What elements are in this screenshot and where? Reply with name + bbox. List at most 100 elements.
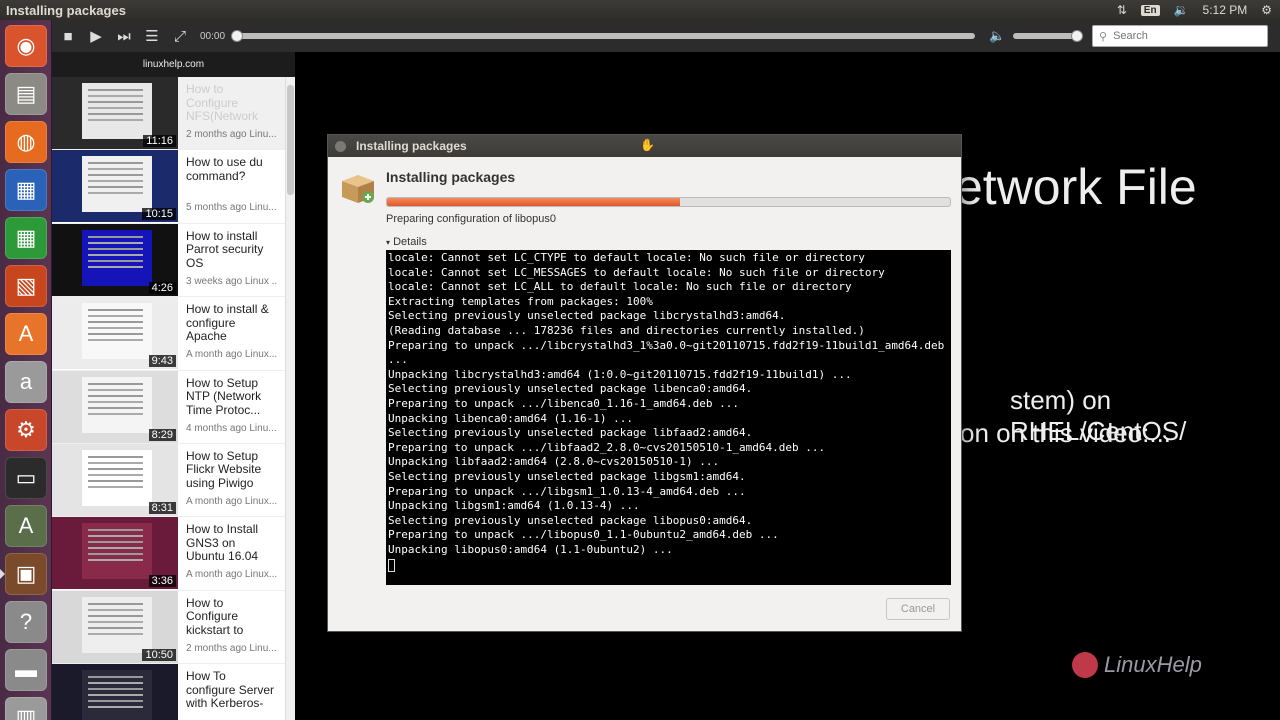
- terminal-output[interactable]: locale: Cannot set LC_CTYPE to default l…: [386, 250, 951, 585]
- video-list-item[interactable]: 3:36 How to Install GNS3 on Ubuntu 16.04 A…: [52, 517, 295, 591]
- video-title[interactable]: How to Install GNS3 on Ubuntu 16.04: [186, 523, 277, 565]
- updater-icon[interactable]: A: [5, 505, 47, 547]
- playlist-icon[interactable]: ☰: [138, 22, 166, 50]
- volume-icon[interactable]: 🔈: [989, 28, 1005, 44]
- terminal-line: Preparing to unpack .../libopus0_1.1-0ub…: [388, 528, 779, 542]
- video-meta: 2 months ago Linu...: [186, 642, 277, 654]
- scrollbar[interactable]: [285, 77, 295, 720]
- video-duration: 4:26: [148, 281, 176, 294]
- cancel-button[interactable]: Cancel: [886, 598, 950, 620]
- video-list-item[interactable]: 8:31 How to Setup Flickr Website using Pi…: [52, 443, 295, 518]
- thumbnail-image: [82, 523, 152, 580]
- stop-icon[interactable]: ■: [54, 22, 82, 50]
- video-meta: 2 months ago Linu...: [186, 129, 277, 140]
- settings-icon[interactable]: ⚙: [5, 409, 47, 451]
- video-title[interactable]: How to Setup Flickr Website using Piwigo: [186, 450, 277, 492]
- video-player-icon[interactable]: ▣: [0, 553, 47, 595]
- seek-knob[interactable]: [231, 30, 244, 42]
- firefox-icon[interactable]: ◍: [5, 121, 47, 163]
- video-duration: 10:15: [142, 208, 176, 221]
- search-input[interactable]: [1113, 30, 1254, 42]
- fullscreen-icon[interactable]: ⤢: [166, 22, 194, 50]
- impress-icon[interactable]: ▧: [5, 265, 47, 307]
- dialog-title: Installing packages: [356, 139, 467, 153]
- ubuntu-dash-icon[interactable]: ◉: [5, 25, 47, 67]
- video-thumbnail[interactable]: 10:15: [52, 150, 178, 223]
- video-thumbnail[interactable]: 4:26: [52, 223, 178, 296]
- thumbnail-image: [82, 449, 152, 506]
- video-meta: A month ago Linux...: [186, 569, 277, 581]
- video-text-line1: etwork File: [955, 159, 1197, 215]
- terminal-line: locale: Cannot set LC_CTYPE to default l…: [388, 251, 865, 264]
- video-thumbnail[interactable]: 3:36: [52, 517, 178, 590]
- scroll-thumb[interactable]: [287, 85, 294, 195]
- install-progress-bar: [386, 197, 951, 207]
- amazon-icon[interactable]: a: [5, 361, 47, 403]
- video-thumbnail[interactable]: [52, 664, 178, 720]
- volume-icon[interactable]: 🔉: [1174, 3, 1189, 17]
- video-list-item[interactable]: How To configure Server with Kerberos-ba…: [52, 664, 295, 720]
- hand-cursor-icon: ✋: [640, 138, 655, 152]
- terminal-line: Unpacking libfaad2:amd64 (2.8.0~cvs20150…: [388, 455, 720, 469]
- player-controls: ■ ▶ ⏭ ☰ ⤢ 00:00 🔈 ⚲: [52, 20, 1280, 52]
- seek-slider[interactable]: [231, 30, 976, 42]
- video-thumbnail[interactable]: 8:31: [52, 443, 178, 516]
- help-icon[interactable]: ?: [5, 601, 47, 643]
- clock[interactable]: 5:12 PM: [1203, 3, 1248, 17]
- trash-icon[interactable]: ▥: [5, 697, 47, 720]
- channel-name[interactable]: linuxhelp.com: [52, 52, 295, 77]
- video-list-item[interactable]: 4:26 How to install Parrot security OS 3 w…: [52, 223, 295, 298]
- session-gear-icon[interactable]: ⚙: [1261, 3, 1272, 17]
- video-list-item[interactable]: 10:15 How to use du command? 5 months ago …: [52, 150, 295, 224]
- search-box[interactable]: ⚲: [1092, 25, 1268, 47]
- video-info: How to install Parrot security OS 3 weeks…: [178, 224, 285, 296]
- terminal-line: Extracting templates from packages: 100%: [388, 294, 653, 308]
- video-info: How to use du command? 5 months ago Linu.…: [178, 150, 285, 222]
- video-list: 11:16 How to Configure NFS(Network File S…: [52, 77, 295, 720]
- video-info: How to Install GNS3 on Ubuntu 16.04 A mon…: [178, 517, 285, 589]
- video-title[interactable]: How to Configure kickstart to automate R…: [186, 597, 277, 639]
- terminal-line: Selecting previously unselected package …: [388, 469, 746, 483]
- install-progress-fill: [387, 198, 680, 206]
- video-title[interactable]: How to use du command?: [186, 156, 277, 198]
- video-info: How to install & configure Apache Subver…: [178, 297, 285, 369]
- video-thumbnail[interactable]: 8:29: [52, 370, 178, 443]
- video-title[interactable]: How to Configure NFS(Network File System…: [186, 83, 277, 125]
- play-icon[interactable]: ▶: [82, 22, 110, 50]
- video-list-item[interactable]: 9:43 How to install & configure Apache Su…: [52, 297, 295, 371]
- next-icon[interactable]: ⏭: [110, 22, 138, 50]
- writer-icon[interactable]: ▦: [5, 169, 47, 211]
- save-icon[interactable]: ▬: [5, 649, 47, 691]
- terminal-line: (Reading database ... 178236 files and d…: [388, 323, 865, 337]
- video-title[interactable]: How to Setup NTP (Network Time Protoc...: [186, 377, 277, 419]
- keyboard-layout-indicator[interactable]: En: [1140, 4, 1160, 16]
- software-center-icon[interactable]: A: [5, 313, 47, 355]
- terminal-line: Preparing to unpack .../libfaad2_2.8.0~c…: [388, 440, 826, 454]
- terminal-line: locale: Cannot set LC_MESSAGES to defaul…: [388, 265, 885, 279]
- close-icon[interactable]: [335, 140, 346, 152]
- video-info: How to Setup NTP (Network Time Protoc...…: [178, 371, 285, 443]
- video-title[interactable]: How to install Parrot security OS: [186, 230, 277, 272]
- video-list-item[interactable]: 10:50 How to Configure kickstart to autom…: [52, 590, 295, 665]
- video-title[interactable]: How to install & configure Apache Subver…: [186, 303, 277, 345]
- volume-slider[interactable]: [1013, 30, 1084, 42]
- video-duration: 8:29: [148, 428, 176, 441]
- video-list-item[interactable]: 11:16 How to Configure NFS(Network File S…: [52, 77, 295, 151]
- calc-icon[interactable]: ▦: [5, 217, 47, 259]
- video-thumbnail[interactable]: 9:43: [52, 297, 178, 370]
- volume-knob[interactable]: [1071, 30, 1084, 42]
- files-icon[interactable]: ▤: [5, 73, 47, 115]
- terminal-line: Selecting previously unselected package …: [388, 309, 786, 323]
- terminal-line: Unpacking libopus0:amd64 (1.1-0ubuntu2) …: [388, 542, 673, 556]
- video-title[interactable]: How To configure Server with Kerberos-ba…: [186, 670, 277, 712]
- video-thumbnail[interactable]: 10:50: [52, 590, 178, 663]
- details-expander[interactable]: ▾ Details: [386, 236, 427, 248]
- video-list-item[interactable]: 8:29 How to Setup NTP (Network Time Proto…: [52, 370, 295, 444]
- expander-triangle-icon: ▾: [386, 238, 391, 247]
- video-thumbnail[interactable]: 11:16: [52, 77, 178, 149]
- video-meta: A month ago Linux...: [186, 349, 277, 361]
- network-icon[interactable]: ⇅: [1117, 3, 1127, 17]
- terminal-line: Preparing to unpack .../libcrystalhd3_1%…: [388, 338, 951, 367]
- playlist-sidebar: linuxhelp.com 11:16 How to Configure NFS(…: [52, 52, 295, 720]
- terminal-icon[interactable]: ▭: [5, 457, 47, 499]
